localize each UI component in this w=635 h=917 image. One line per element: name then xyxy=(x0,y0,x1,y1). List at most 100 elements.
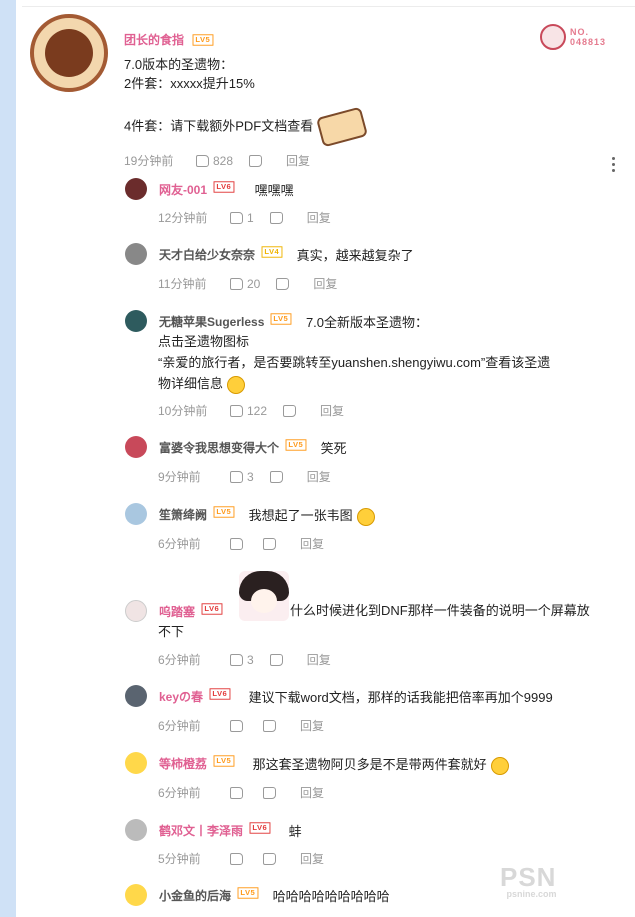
thumb-down-icon[interactable] xyxy=(263,786,276,799)
thumb-down-icon[interactable] xyxy=(263,852,276,865)
reply-button[interactable]: 回复 xyxy=(300,717,324,734)
reply-button[interactable]: 回复 xyxy=(307,651,331,668)
reply-meta: 6分钟前 回复 xyxy=(158,535,324,552)
avatar[interactable] xyxy=(125,752,147,774)
username[interactable]: 网友-001 xyxy=(159,181,207,198)
reply-button[interactable]: 回复 xyxy=(300,535,324,552)
reply-item: 网友-001 LV6 嘿嘿嘿 xyxy=(125,178,294,201)
thumb-up-icon xyxy=(230,719,243,732)
thumb-down-icon[interactable] xyxy=(249,154,263,167)
username[interactable]: 笙箫绛阙 xyxy=(159,506,207,523)
thumb-down-icon[interactable] xyxy=(269,653,283,666)
thumb-down-icon[interactable] xyxy=(263,537,276,550)
thumb-up-icon xyxy=(230,852,243,865)
sticker-icon xyxy=(316,106,369,148)
thumb-up-icon xyxy=(196,154,209,167)
reply-button[interactable]: 回复 xyxy=(307,209,331,226)
reply-meta: 10分钟前 122 回复 xyxy=(158,402,344,419)
thumb-up-icon xyxy=(230,470,243,483)
username[interactable]: 团长的食指 xyxy=(124,31,184,48)
timestamp: 19分钟前 xyxy=(124,154,174,168)
bear-icon xyxy=(540,24,566,50)
watermark: PSN psnine.com xyxy=(500,862,557,899)
level-badge: LV5 xyxy=(213,755,235,767)
reply-button[interactable]: 回复 xyxy=(286,152,310,169)
reply-text: 哈哈哈哈哈哈哈哈哈 xyxy=(272,889,390,904)
reply-meta: 5分钟前 回复 xyxy=(158,850,324,867)
thumb-up-icon xyxy=(230,786,243,799)
like-count: 3 xyxy=(247,469,254,484)
avatar[interactable] xyxy=(125,819,147,841)
like-button[interactable]: 1 xyxy=(230,211,254,225)
username[interactable]: 天才白给少女奈奈 xyxy=(159,246,255,263)
level-badge: LV5 xyxy=(270,313,292,325)
reply-button[interactable]: 回复 xyxy=(307,468,331,485)
like-count: 1 xyxy=(247,210,254,225)
thumb-up-icon xyxy=(230,537,243,550)
username[interactable]: 呜踏塞 xyxy=(159,603,195,620)
thumb-up-icon xyxy=(230,653,243,666)
reply-meta: 6分钟前 回复 xyxy=(158,784,324,801)
thumb-down-icon[interactable] xyxy=(269,211,283,224)
confused-emoji-icon xyxy=(490,756,509,775)
comment-meta: 19分钟前 828 回复 xyxy=(124,152,310,169)
avatar[interactable] xyxy=(125,503,147,525)
left-sidebar-strip xyxy=(0,0,16,917)
avatar[interactable] xyxy=(30,14,108,92)
reply-item: 富婆令我思想变得大个 LV5 笑死 xyxy=(125,436,347,459)
avatar[interactable] xyxy=(125,884,147,906)
thumb-down-icon[interactable] xyxy=(269,470,283,483)
avatar[interactable] xyxy=(125,600,147,622)
reply-text: 什么时候进化到DNF那样一件装备的说明一个屏幕放 xyxy=(290,603,590,618)
username[interactable]: keyの春 xyxy=(159,688,203,705)
more-options-icon[interactable] xyxy=(612,157,616,172)
reply-text-line: “亲爱的旅行者，是否要跳转至yuanshen.shengyiwu.com”查看该… xyxy=(158,355,551,370)
level-badge: LV5 xyxy=(285,439,307,451)
like-button[interactable] xyxy=(230,852,247,865)
avatar[interactable] xyxy=(125,310,147,332)
avatar[interactable] xyxy=(125,243,147,265)
reply-text: 建议下载word文档，那样的话我能把倍率再加个9999 xyxy=(248,690,553,705)
like-button[interactable]: 3 xyxy=(230,653,254,667)
username[interactable]: 等柿橙荔 xyxy=(159,755,207,772)
badge-number: 048813 xyxy=(570,37,607,47)
reply-text: 嘿嘿嘿 xyxy=(254,183,294,198)
avatar[interactable] xyxy=(125,178,147,200)
like-button[interactable]: 3 xyxy=(230,470,254,484)
like-button[interactable]: 122 xyxy=(230,404,267,418)
username[interactable]: 富婆令我思想变得大个 xyxy=(159,439,279,456)
thumb-down-icon[interactable] xyxy=(276,277,290,290)
thumb-down-icon[interactable] xyxy=(263,719,276,732)
reply-item: 天才白给少女奈奈 LV4 真实，越来越复杂了 xyxy=(125,243,414,266)
reply-item: 等柿橙荔 LV5 那这套圣遗物阿贝多是不是带两件套就好 xyxy=(125,752,509,775)
timestamp: 6分钟前 xyxy=(158,719,201,733)
level-badge: LV5 xyxy=(237,887,259,899)
level-badge: LV5 xyxy=(213,506,235,518)
reply-text: 我想起了一张韦图 xyxy=(249,506,375,526)
level-badge: LV6 xyxy=(209,688,231,700)
like-button[interactable] xyxy=(230,537,247,550)
like-count: 122 xyxy=(247,403,268,418)
like-button[interactable] xyxy=(230,786,247,799)
timestamp: 6分钟前 xyxy=(158,537,201,551)
timestamp: 5分钟前 xyxy=(158,852,201,866)
avatar[interactable] xyxy=(125,685,147,707)
reply-button[interactable]: 回复 xyxy=(300,784,324,801)
username[interactable]: 无糖苹果Sugerless xyxy=(159,313,264,330)
reply-text-line: 点击圣遗物图标 xyxy=(158,334,250,349)
comment-line: 4件套：请下载额外PDF文档查看 xyxy=(124,118,314,134)
like-button[interactable]: 828 xyxy=(196,154,233,168)
timestamp: 10分钟前 xyxy=(158,404,208,418)
reply-button[interactable]: 回复 xyxy=(313,275,337,292)
like-button[interactable] xyxy=(230,719,247,732)
reply-button[interactable]: 回复 xyxy=(320,402,344,419)
reply-text-line: 物详细信息 xyxy=(158,376,224,391)
reply-button[interactable]: 回复 xyxy=(300,850,324,867)
like-button[interactable]: 20 xyxy=(230,277,260,291)
avatar[interactable] xyxy=(125,436,147,458)
username[interactable]: 鹤邓文丨李泽雨 xyxy=(159,822,243,839)
thumb-down-icon[interactable] xyxy=(283,404,297,417)
username[interactable]: 小金鱼的后海 xyxy=(159,887,231,904)
timestamp: 9分钟前 xyxy=(158,470,201,484)
reply-meta: 9分钟前 3 回复 xyxy=(158,468,331,485)
